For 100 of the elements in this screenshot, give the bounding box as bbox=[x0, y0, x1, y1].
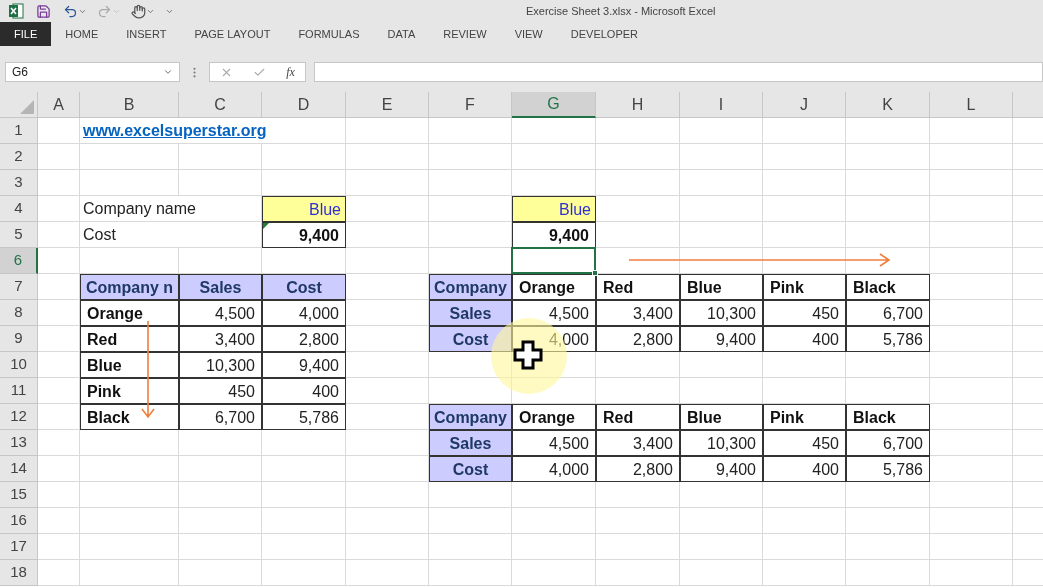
row-header[interactable]: 4 bbox=[0, 196, 38, 222]
grid-cell[interactable] bbox=[846, 196, 930, 222]
grid-cell[interactable] bbox=[179, 534, 262, 560]
column-header[interactable]: A bbox=[38, 92, 80, 118]
row-header[interactable]: 2 bbox=[0, 144, 38, 170]
grid-cell[interactable] bbox=[38, 430, 80, 456]
grid-cell[interactable] bbox=[930, 326, 1013, 352]
row-header[interactable]: 18 bbox=[0, 560, 38, 586]
grid-cell[interactable] bbox=[429, 170, 512, 196]
grid-cell[interactable] bbox=[38, 534, 80, 560]
grid-cell[interactable] bbox=[346, 352, 429, 378]
column-header[interactable]: J bbox=[763, 92, 846, 118]
grid-cell[interactable] bbox=[930, 144, 1013, 170]
grid-cell[interactable] bbox=[179, 560, 262, 586]
grid-cell[interactable] bbox=[930, 430, 1013, 456]
hand-icon[interactable] bbox=[131, 3, 146, 19]
grid-cell[interactable] bbox=[846, 560, 930, 586]
grid-cell[interactable] bbox=[80, 482, 179, 508]
row-header[interactable]: 7 bbox=[0, 274, 38, 300]
grid-cell[interactable] bbox=[512, 144, 596, 170]
grid-cell[interactable] bbox=[512, 534, 596, 560]
grid-cell[interactable] bbox=[930, 300, 1013, 326]
grid-cell[interactable] bbox=[38, 248, 80, 274]
ribbon-tab[interactable]: REVIEW bbox=[429, 22, 501, 46]
grid-cell[interactable] bbox=[930, 248, 1013, 274]
grid-cell[interactable] bbox=[38, 222, 80, 248]
grid-cell[interactable] bbox=[262, 144, 346, 170]
grid-cell[interactable] bbox=[38, 456, 80, 482]
selected-cell-outline[interactable] bbox=[511, 247, 596, 274]
grid-cell[interactable] bbox=[262, 560, 346, 586]
row-header[interactable]: 12 bbox=[0, 404, 38, 430]
grid-cell[interactable] bbox=[930, 456, 1013, 482]
grid-cell[interactable] bbox=[763, 144, 846, 170]
grid-cell[interactable] bbox=[763, 196, 846, 222]
grid-cell[interactable] bbox=[680, 170, 763, 196]
grid-cell[interactable] bbox=[846, 508, 930, 534]
grid-cell[interactable] bbox=[429, 534, 512, 560]
grid-cell[interactable] bbox=[80, 144, 179, 170]
grid-cell[interactable] bbox=[930, 222, 1013, 248]
grid-cell[interactable] bbox=[763, 352, 846, 378]
ribbon-tab[interactable]: INSERT bbox=[112, 22, 181, 46]
grid-cell[interactable] bbox=[680, 534, 763, 560]
grid-cell[interactable] bbox=[38, 482, 80, 508]
ribbon-tab[interactable]: FILE bbox=[0, 22, 52, 46]
grid-cell[interactable] bbox=[680, 482, 763, 508]
column-header[interactable]: C bbox=[179, 92, 262, 118]
spreadsheet-logo-icon[interactable] bbox=[8, 3, 24, 19]
grid-cell[interactable] bbox=[262, 430, 346, 456]
grid-cell[interactable] bbox=[763, 508, 846, 534]
grid-cell[interactable] bbox=[930, 170, 1013, 196]
row-header[interactable]: 13 bbox=[0, 430, 38, 456]
grid-cell[interactable] bbox=[346, 222, 429, 248]
grid-cell[interactable] bbox=[512, 560, 596, 586]
grid-cell[interactable] bbox=[179, 170, 262, 196]
grid-cell[interactable] bbox=[346, 508, 429, 534]
grid-cell[interactable] bbox=[680, 560, 763, 586]
grid-cell[interactable] bbox=[846, 482, 930, 508]
grid-cell[interactable] bbox=[763, 560, 846, 586]
grid-cell[interactable] bbox=[680, 222, 763, 248]
row-header[interactable]: 5 bbox=[0, 222, 38, 248]
grid-cell[interactable] bbox=[596, 196, 680, 222]
grid-cell[interactable] bbox=[346, 482, 429, 508]
grid-cell[interactable] bbox=[512, 118, 596, 144]
row-header[interactable]: 16 bbox=[0, 508, 38, 534]
grid-cell[interactable] bbox=[262, 456, 346, 482]
grid-cell[interactable] bbox=[930, 352, 1013, 378]
grid-cell[interactable] bbox=[930, 482, 1013, 508]
grid-cell[interactable] bbox=[846, 144, 930, 170]
grid-cell[interactable] bbox=[346, 378, 429, 404]
grid-cell[interactable] bbox=[262, 534, 346, 560]
grid-cell[interactable] bbox=[680, 144, 763, 170]
grid-cell[interactable] bbox=[429, 144, 512, 170]
formula-field[interactable] bbox=[314, 62, 1043, 82]
grid-cell[interactable] bbox=[846, 222, 930, 248]
grid-cell[interactable] bbox=[596, 118, 680, 144]
grid-cell[interactable] bbox=[38, 508, 80, 534]
ribbon-tab[interactable]: DATA bbox=[373, 22, 430, 46]
grid-cell[interactable] bbox=[930, 196, 1013, 222]
grid-cell[interactable] bbox=[763, 170, 846, 196]
grid-cell[interactable] bbox=[80, 508, 179, 534]
row-header[interactable]: 15 bbox=[0, 482, 38, 508]
website-link[interactable]: www.excelsuperstar.org bbox=[83, 122, 267, 139]
ribbon-tab[interactable]: HOME bbox=[51, 22, 113, 46]
grid-cell[interactable] bbox=[38, 144, 80, 170]
grid-cell[interactable] bbox=[680, 352, 763, 378]
grid-cell[interactable] bbox=[429, 352, 512, 378]
row-header[interactable]: 6 bbox=[0, 248, 38, 274]
grid-cell[interactable] bbox=[763, 118, 846, 144]
grid-cell[interactable] bbox=[346, 248, 429, 274]
grid-cell[interactable] bbox=[930, 534, 1013, 560]
grid-cell[interactable] bbox=[596, 560, 680, 586]
grid-cell[interactable] bbox=[930, 118, 1013, 144]
column-header[interactable]: I bbox=[680, 92, 763, 118]
row-header[interactable]: 10 bbox=[0, 352, 38, 378]
row-header[interactable]: 9 bbox=[0, 326, 38, 352]
grid-cell[interactable] bbox=[346, 144, 429, 170]
ribbon-tab[interactable]: DEVELOPER bbox=[556, 22, 652, 46]
column-header[interactable]: L bbox=[930, 92, 1013, 118]
grid-cell[interactable] bbox=[763, 482, 846, 508]
grid-cell[interactable] bbox=[846, 118, 930, 144]
